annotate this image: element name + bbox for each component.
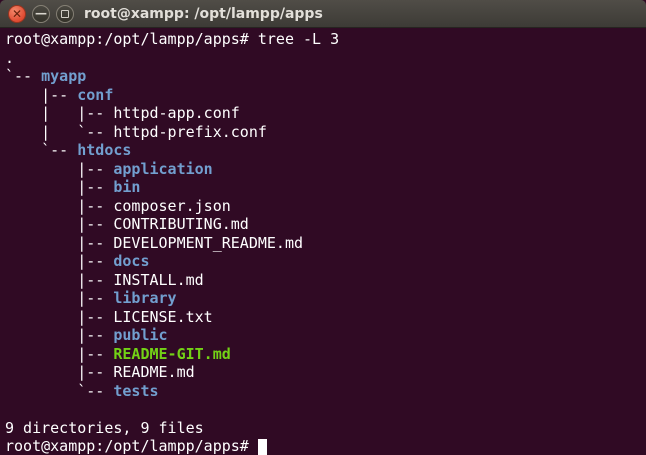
terminal-line: `-- htdocs (5, 141, 646, 160)
terminal-text: |-- INSTALL.md (5, 271, 204, 289)
terminal-text: |-- (5, 160, 113, 178)
terminal-line: |-- composer.json (5, 197, 646, 216)
window-title: root@xampp: /opt/lampp/apps (84, 6, 323, 22)
terminal-text: |-- DEVELOPMENT_README.md (5, 234, 303, 252)
terminal-text: 9 directories, 9 files (5, 419, 204, 437)
terminal-line: |-- LICENSE.txt (5, 308, 646, 327)
terminal-line: |-- README-GIT.md (5, 345, 646, 364)
window-controls: ✕ — (8, 5, 74, 23)
directory-name: tests (113, 382, 158, 400)
directory-name: bin (113, 178, 140, 196)
directory-name: public (113, 326, 167, 344)
terminal-line: `-- tests (5, 382, 646, 401)
directory-name: conf (77, 86, 113, 104)
terminal-text: root@xampp:/opt/lampp/apps# (5, 437, 258, 455)
terminal-text: |-- composer.json (5, 197, 231, 215)
minimize-icon: — (35, 7, 47, 19)
terminal-line: |-- README.md (5, 363, 646, 382)
directory-name: htdocs (77, 141, 131, 159)
titlebar[interactable]: ✕ — root@xampp: /opt/lampp/apps (0, 0, 646, 28)
terminal-window: ✕ — root@xampp: /opt/lampp/apps root@xam… (0, 0, 646, 455)
terminal-line: |-- docs (5, 252, 646, 271)
terminal-line: |-- bin (5, 178, 646, 197)
terminal-text: | `-- httpd-prefix.conf (5, 123, 267, 141)
terminal-text: |-- LICENSE.txt (5, 308, 213, 326)
terminal-text: `-- (5, 382, 113, 400)
directory-name: library (113, 289, 176, 307)
minimize-button[interactable]: — (32, 5, 50, 23)
directory-name: docs (113, 252, 149, 270)
terminal-text: |-- (5, 345, 113, 363)
terminal-line: |-- conf (5, 86, 646, 105)
terminal-body[interactable]: root@xampp:/opt/lampp/apps# tree -L 3.`-… (0, 28, 646, 455)
terminal-line: |-- INSTALL.md (5, 271, 646, 290)
terminal-text: `-- (5, 141, 77, 159)
close-icon: ✕ (12, 8, 22, 20)
directory-name: application (113, 160, 212, 178)
terminal-text: |-- (5, 326, 113, 344)
terminal-text: |-- (5, 86, 77, 104)
terminal-line: |-- public (5, 326, 646, 345)
terminal-line: | |-- httpd-app.conf (5, 104, 646, 123)
terminal-text: | |-- httpd-app.conf (5, 104, 240, 122)
terminal-line: |-- library (5, 289, 646, 308)
terminal-text: |-- CONTRIBUTING.md (5, 215, 249, 233)
terminal-text: `-- (5, 67, 41, 85)
directory-name: myapp (41, 67, 86, 85)
terminal-text: |-- (5, 252, 113, 270)
terminal-text: |-- (5, 289, 113, 307)
maximize-icon (61, 10, 69, 18)
terminal-line: |-- DEVELOPMENT_README.md (5, 234, 646, 253)
terminal-line: |-- CONTRIBUTING.md (5, 215, 646, 234)
terminal-line: root@xampp:/opt/lampp/apps# (5, 437, 646, 455)
terminal-text: |-- README.md (5, 363, 195, 381)
terminal-text: root@xampp:/opt/lampp/apps# tree -L 3 (5, 30, 339, 48)
executable-file-name: README-GIT.md (113, 345, 230, 363)
terminal-text: . (5, 49, 14, 67)
terminal-line: |-- application (5, 160, 646, 179)
terminal-line: root@xampp:/opt/lampp/apps# tree -L 3 (5, 30, 646, 49)
close-button[interactable]: ✕ (8, 5, 26, 23)
terminal-line: `-- myapp (5, 67, 646, 86)
terminal-line: . (5, 49, 646, 68)
maximize-button[interactable] (56, 5, 74, 23)
terminal-line: 9 directories, 9 files (5, 419, 646, 438)
terminal-cursor (258, 439, 267, 455)
terminal-text: |-- (5, 178, 113, 196)
terminal-line (5, 400, 646, 419)
terminal-line: | `-- httpd-prefix.conf (5, 123, 646, 142)
